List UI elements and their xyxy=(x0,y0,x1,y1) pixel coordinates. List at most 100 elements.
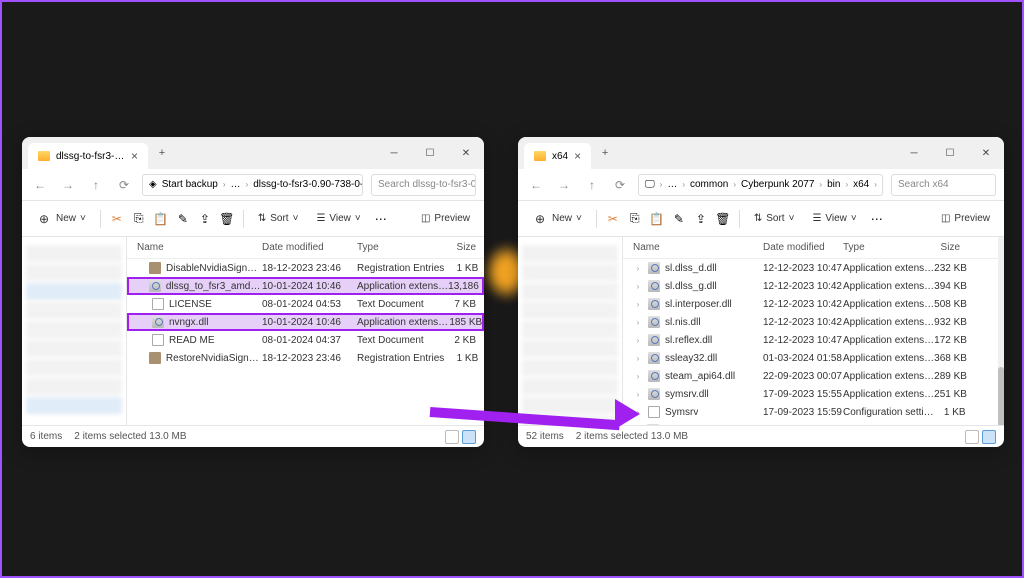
tab-close-button[interactable]: × xyxy=(574,149,581,163)
file-row[interactable]: RestoreNvidiaSignatureChecks18-12-2023 2… xyxy=(127,349,484,367)
file-row[interactable]: READ ME08-01-2024 04:37Text Document2 KB xyxy=(127,331,484,349)
sort-button[interactable]: ⇅ Sort ˅ xyxy=(748,209,801,228)
refresh-button[interactable]: ⟳ xyxy=(114,178,134,192)
cut-icon[interactable]: ✂ xyxy=(109,211,125,227)
file-row[interactable]: ›sl.interposer.dll12-12-2023 10:42Applic… xyxy=(623,295,998,313)
close-window-button[interactable]: ✕ xyxy=(968,137,1004,169)
column-name[interactable]: Name xyxy=(623,242,763,253)
file-icon xyxy=(648,388,660,400)
file-row[interactable]: LICENSE08-01-2024 04:53Text Document7 KB xyxy=(127,295,484,313)
column-headers[interactable]: Name Date modified Type Size xyxy=(623,237,998,259)
view-mode-details[interactable] xyxy=(982,430,996,444)
refresh-button[interactable]: ⟳ xyxy=(610,178,630,192)
breadcrumb-item[interactable]: common xyxy=(690,179,728,190)
minimize-button[interactable]: ─ xyxy=(376,137,412,169)
view-mode-list[interactable] xyxy=(965,430,979,444)
file-row[interactable]: nvngx.dll10-01-2024 10:46Application ext… xyxy=(127,313,484,331)
column-date[interactable]: Date modified xyxy=(262,242,357,253)
file-row[interactable]: ›sl.nis.dll12-12-2023 10:42Application e… xyxy=(623,313,998,331)
column-size[interactable]: Size xyxy=(928,242,968,253)
tab-active[interactable]: x64 × xyxy=(524,143,591,169)
paste-icon[interactable]: 📋 xyxy=(153,211,169,227)
new-tab-button[interactable]: + xyxy=(148,147,176,159)
tab-title: dlssg-to-fsr3-0.90-738-0-90-17 xyxy=(56,151,125,162)
copy-icon[interactable]: ⎘ xyxy=(131,211,147,227)
file-list[interactable]: DisableNvidiaSignatureChecks18-12-2023 2… xyxy=(127,259,484,425)
more-icon[interactable]: ⋯ xyxy=(373,211,389,227)
up-button[interactable]: ↑ xyxy=(86,178,106,192)
breadcrumb-item[interactable]: x64 xyxy=(853,179,869,190)
view-mode-list[interactable] xyxy=(445,430,459,444)
column-size[interactable]: Size xyxy=(442,242,484,253)
chevron-right-icon: › xyxy=(246,180,249,189)
minimize-button[interactable]: ─ xyxy=(896,137,932,169)
preview-button[interactable]: ◫ Preview xyxy=(415,209,476,228)
preview-button[interactable]: ◫ Preview xyxy=(935,209,996,228)
file-name: RestoreNvidiaSignatureChecks xyxy=(166,353,262,364)
up-button[interactable]: ↑ xyxy=(582,178,602,192)
maximize-button[interactable]: ☐ xyxy=(932,137,968,169)
tab-close-button[interactable]: × xyxy=(131,149,138,163)
view-button[interactable]: ☰ View ˅ xyxy=(806,209,862,228)
file-row[interactable]: ›ssleay32.dll01-03-2024 01:58Application… xyxy=(623,349,998,367)
back-button[interactable]: ← xyxy=(30,178,50,192)
file-row[interactable]: ›sl.reflex.dll12-12-2023 10:47Applicatio… xyxy=(623,331,998,349)
column-name[interactable]: Name xyxy=(127,242,262,253)
maximize-button[interactable]: ☐ xyxy=(412,137,448,169)
more-icon[interactable]: ⋯ xyxy=(869,211,885,227)
delete-icon[interactable]: 🗑 xyxy=(715,211,731,227)
file-list[interactable]: ›sl.dlss_d.dll12-12-2023 10:47Applicatio… xyxy=(623,259,998,425)
file-row[interactable]: ›sl.dlss_d.dll12-12-2023 10:47Applicatio… xyxy=(623,259,998,277)
file-row[interactable]: ›sl.dlss_g.dll12-12-2023 10:42Applicatio… xyxy=(623,277,998,295)
paste-icon[interactable]: 📋 xyxy=(649,211,665,227)
scrollbar[interactable] xyxy=(998,237,1004,425)
sort-button[interactable]: ⇅ Sort ˅ xyxy=(252,209,305,228)
breadcrumb-item[interactable]: dlssg-to-fsr3-0.90-738-0-90-170486409 xyxy=(253,179,363,190)
back-button[interactable]: ← xyxy=(526,178,546,192)
rename-icon[interactable]: ✎ xyxy=(175,211,191,227)
view-button[interactable]: ☰ View ˅ xyxy=(310,209,366,228)
breadcrumb[interactable]: ◈ Start backup › … › dlssg-to-fsr3-0.90-… xyxy=(142,174,363,196)
new-button[interactable]: ⊕New ˅ xyxy=(30,207,92,231)
file-date: 10-01-2024 10:46 xyxy=(262,317,357,328)
breadcrumb-item[interactable]: Cyberpunk 2077 xyxy=(741,179,814,190)
file-type: Application extens… xyxy=(843,371,934,382)
file-row[interactable]: ›steam_api64.dll22-09-2023 00:07Applicat… xyxy=(623,367,998,385)
forward-button[interactable]: → xyxy=(554,178,574,192)
scrollbar-thumb[interactable] xyxy=(998,367,1004,425)
chevron-right-icon: › xyxy=(633,264,643,273)
close-window-button[interactable]: ✕ xyxy=(448,137,484,169)
rename-icon[interactable]: ✎ xyxy=(671,211,687,227)
tab-active[interactable]: dlssg-to-fsr3-0.90-738-0-90-17 × xyxy=(28,143,148,169)
column-type[interactable]: Type xyxy=(357,242,442,253)
view-mode-details[interactable] xyxy=(462,430,476,444)
share-icon[interactable]: ⇪ xyxy=(693,211,709,227)
column-headers[interactable]: Name Date modified Type Size xyxy=(127,237,484,259)
delete-icon[interactable]: 🗑 xyxy=(219,211,235,227)
cut-icon[interactable]: ✂ xyxy=(605,211,621,227)
forward-button[interactable]: → xyxy=(58,178,78,192)
breadcrumb-item[interactable]: Start backup xyxy=(162,179,218,190)
file-row[interactable]: dlssg_to_fsr3_amd_is_better.dll10-01-202… xyxy=(127,277,484,295)
sidebar[interactable] xyxy=(22,237,127,425)
file-date: 12-12-2023 10:47 xyxy=(763,335,843,346)
file-row[interactable]: ›symsrv.dll17-09-2023 15:55Application e… xyxy=(623,385,998,403)
titlebar[interactable]: x64 × + ─ ☐ ✕ xyxy=(518,137,1004,169)
breadcrumb[interactable]: 🖵 › … › common › Cyberpunk 2077 › bin › … xyxy=(638,174,883,196)
search-input[interactable]: Search x64 xyxy=(891,174,996,196)
breadcrumb-item[interactable]: … xyxy=(231,179,241,190)
breadcrumb-item[interactable]: bin xyxy=(827,179,840,190)
titlebar[interactable]: dlssg-to-fsr3-0.90-738-0-90-17 × + ─ ☐ ✕ xyxy=(22,137,484,169)
column-type[interactable]: Type xyxy=(843,242,928,253)
column-date[interactable]: Date modified xyxy=(763,242,843,253)
new-button[interactable]: ⊕New ˅ xyxy=(526,207,588,231)
file-row[interactable]: DisableNvidiaSignatureChecks18-12-2023 2… xyxy=(127,259,484,277)
search-input[interactable]: Search dlssg-to-fsr3-0.90-738 xyxy=(371,174,476,196)
file-row[interactable]: ›Symsrv17-09-2023 15:59Configuration set… xyxy=(623,403,998,421)
sidebar[interactable] xyxy=(518,237,623,425)
copy-icon[interactable]: ⎘ xyxy=(627,211,643,227)
chevron-right-icon: › xyxy=(223,180,226,189)
breadcrumb-item[interactable]: … xyxy=(667,179,677,190)
share-icon[interactable]: ⇪ xyxy=(197,211,213,227)
new-tab-button[interactable]: + xyxy=(591,147,619,159)
